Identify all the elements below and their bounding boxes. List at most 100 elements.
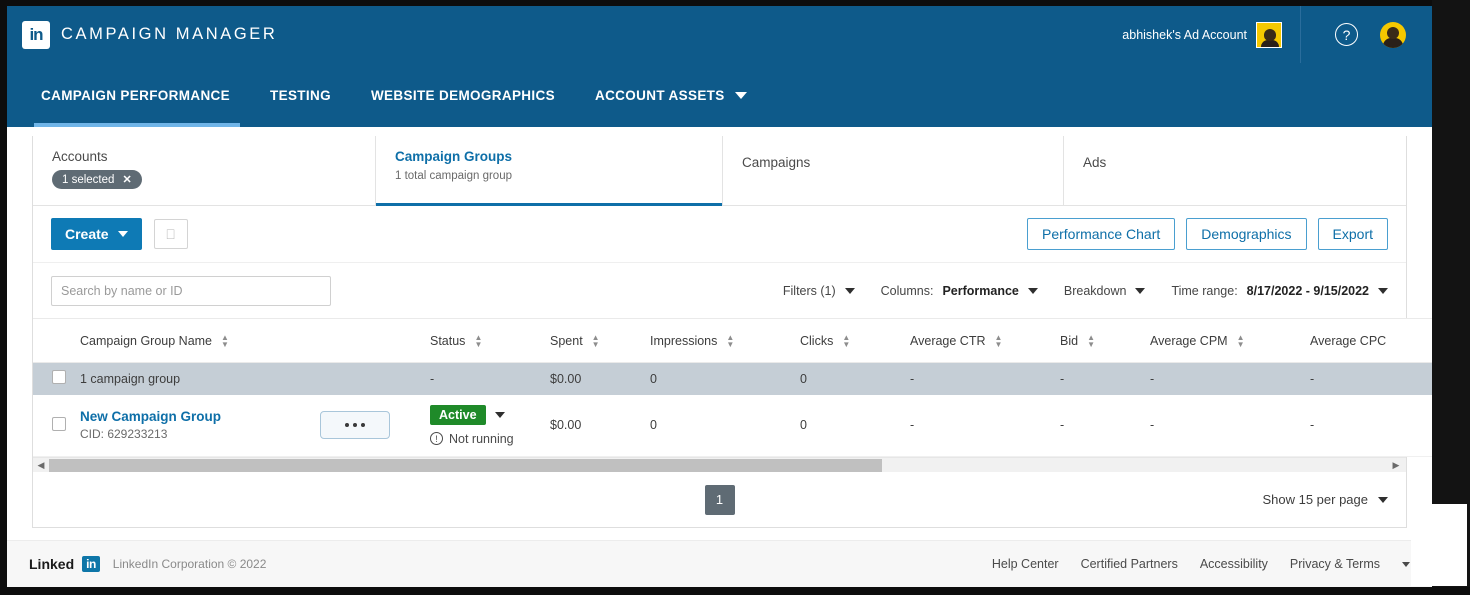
th-label: Clicks bbox=[800, 333, 834, 348]
th-clicks[interactable]: Clicks ▲ ▼ bbox=[800, 318, 910, 363]
content-area: Accounts 1 selected ✕ Campaign Groups 1 … bbox=[7, 136, 1432, 528]
ad-account-switcher[interactable]: abhishek's Ad Account bbox=[1122, 6, 1301, 63]
summary-avg-cpm-cell: - bbox=[1150, 362, 1310, 395]
tab-campaign-groups-label: Campaign Groups bbox=[395, 149, 513, 164]
per-page-dropdown[interactable]: Show 15 per page bbox=[1262, 492, 1388, 507]
row-spent-cell: $0.00 bbox=[550, 394, 650, 457]
sort-icon[interactable]: ▲ ▼ bbox=[1087, 333, 1095, 348]
scroll-left-arrow-icon[interactable]: ◀ bbox=[33, 460, 49, 471]
create-button-label: Create bbox=[65, 226, 109, 242]
horizontal-scrollbar[interactable]: ◀ ▶ bbox=[33, 457, 1406, 472]
summary-checkbox-cell bbox=[33, 362, 80, 395]
nav-item-website-demographics[interactable]: WEBSITE DEMOGRAPHICS bbox=[351, 63, 575, 127]
chevron-down-icon[interactable] bbox=[494, 411, 505, 418]
nav-label: CAMPAIGN PERFORMANCE bbox=[41, 87, 230, 103]
th-select-all bbox=[33, 318, 80, 363]
app-header: in CAMPAIGN MANAGER abhishek's Ad Accoun… bbox=[7, 6, 1432, 63]
chevron-down-icon bbox=[1027, 287, 1038, 294]
create-button[interactable]: Create bbox=[51, 218, 142, 250]
sort-icon[interactable]: ▲ ▼ bbox=[474, 333, 482, 348]
export-button[interactable]: Export bbox=[1317, 218, 1388, 250]
sort-icon[interactable]: ▲ ▼ bbox=[995, 333, 1003, 348]
sort-icon[interactable]: ▲ ▼ bbox=[1237, 333, 1245, 348]
time-range-dropdown[interactable]: Time range: 8/17/2022 - 9/15/2022 bbox=[1171, 284, 1388, 298]
scrollbar-thumb[interactable] bbox=[49, 458, 882, 472]
columns-dropdown[interactable]: Columns: Performance bbox=[881, 284, 1038, 298]
th-spent[interactable]: Spent ▲ ▼ bbox=[550, 318, 650, 363]
th-bid[interactable]: Bid ▲ ▼ bbox=[1060, 318, 1150, 363]
sort-icon[interactable]: ▲ ▼ bbox=[726, 333, 734, 348]
search-input[interactable] bbox=[51, 275, 331, 306]
campaign-group-link[interactable]: New Campaign Group bbox=[80, 409, 320, 424]
status-badge: Active bbox=[430, 404, 486, 425]
sort-icon[interactable]: ▲ ▼ bbox=[592, 333, 600, 348]
ellipsis-icon bbox=[353, 423, 357, 428]
select-all-checkbox[interactable] bbox=[52, 370, 66, 385]
close-icon[interactable]: ✕ bbox=[122, 173, 131, 186]
brand-logo-group[interactable]: in CAMPAIGN MANAGER bbox=[7, 20, 277, 49]
row-checkbox[interactable] bbox=[52, 416, 66, 431]
tab-accounts[interactable]: Accounts 1 selected ✕ bbox=[33, 136, 376, 205]
performance-chart-button[interactable]: Performance Chart bbox=[1026, 218, 1176, 250]
breakdown-dropdown[interactable]: Breakdown bbox=[1064, 284, 1146, 298]
tab-campaigns[interactable]: Campaigns bbox=[723, 136, 1064, 205]
filters-dropdown[interactable]: Filters (1) bbox=[783, 284, 855, 298]
chevron-down-icon bbox=[1378, 496, 1388, 503]
per-page-label: Show 15 per page bbox=[1262, 492, 1368, 507]
row-actions-menu-button[interactable] bbox=[320, 411, 390, 440]
th-average-cpc[interactable]: Average CPC bbox=[1310, 318, 1432, 363]
tab-ads[interactable]: Ads bbox=[1064, 136, 1399, 205]
footer-linked-text: Linked bbox=[29, 556, 75, 572]
profile-menu-button[interactable] bbox=[1380, 21, 1432, 48]
summary-avg-cpc-cell: - bbox=[1310, 362, 1432, 395]
tab-campaigns-label: Campaigns bbox=[742, 155, 811, 170]
footer-link-privacy-terms[interactable]: Privacy & Terms bbox=[1290, 557, 1380, 571]
footer-link-accessibility[interactable]: Accessibility bbox=[1200, 557, 1268, 571]
row-avg-ctr-cell: - bbox=[910, 394, 1060, 457]
help-button[interactable]: ? bbox=[1301, 23, 1380, 46]
th-status[interactable]: Status ▲ ▼ bbox=[430, 318, 550, 363]
nav-item-campaign-performance[interactable]: CAMPAIGN PERFORMANCE bbox=[24, 63, 250, 127]
letterbox-bottom bbox=[0, 587, 1470, 595]
nav-item-testing[interactable]: TESTING bbox=[250, 63, 351, 127]
scrollbar-track[interactable] bbox=[49, 458, 1406, 473]
pagination-bar: 1 Show 15 per page bbox=[33, 472, 1406, 527]
sort-icon[interactable]: ▲ ▼ bbox=[221, 333, 229, 348]
screen-overlay-block bbox=[1411, 504, 1467, 586]
nav-item-account-assets[interactable]: ACCOUNT ASSETS bbox=[575, 63, 767, 127]
th-average-ctr[interactable]: Average CTR ▲ ▼ bbox=[910, 318, 1060, 363]
delete-button[interactable]: ⎕ bbox=[153, 219, 188, 249]
sort-icon[interactable]: ▲ ▼ bbox=[842, 333, 850, 348]
breakdown-label: Breakdown bbox=[1063, 283, 1127, 298]
letterbox-left bbox=[0, 0, 7, 595]
tab-campaign-groups[interactable]: Campaign Groups 1 total campaign group bbox=[376, 136, 723, 206]
letterbox-top bbox=[0, 0, 1470, 6]
trash-icon: ⎕ bbox=[166, 226, 175, 242]
chevron-down-icon[interactable] bbox=[1402, 561, 1410, 567]
chevron-down-icon bbox=[1135, 287, 1146, 294]
page-footer: Linked in LinkedIn Corporation © 2022 He… bbox=[7, 540, 1432, 587]
footer-link-certified-partners[interactable]: Certified Partners bbox=[1081, 557, 1178, 571]
nav-label: WEBSITE DEMOGRAPHICS bbox=[370, 87, 555, 103]
campaign-group-cid: CID: 629233213 bbox=[80, 427, 168, 442]
th-campaign-group-name[interactable]: Campaign Group Name ▲ ▼ bbox=[80, 318, 320, 363]
ad-account-name: abhishek's Ad Account bbox=[1122, 27, 1247, 42]
th-label: Average CPC bbox=[1310, 333, 1387, 348]
table-header: Campaign Group Name ▲ ▼ Status ▲ ▼ Spent… bbox=[33, 318, 1432, 363]
main-card: Accounts 1 selected ✕ Campaign Groups 1 … bbox=[32, 136, 1432, 528]
footer-brand: Linked in LinkedIn Corporation © 2022 bbox=[29, 556, 266, 572]
footer-link-help-center[interactable]: Help Center bbox=[992, 557, 1059, 571]
table-body: 1 campaign group - $0.00 0 0 - - - - New… bbox=[33, 362, 1432, 457]
demographics-button[interactable]: Demographics bbox=[1186, 218, 1307, 250]
scroll-right-arrow-icon[interactable]: ▶ bbox=[1388, 460, 1404, 471]
row-impressions-cell: 0 bbox=[650, 394, 800, 457]
row-name-cell: New Campaign Group CID: 629233213 bbox=[80, 394, 320, 457]
th-impressions[interactable]: Impressions ▲ ▼ bbox=[650, 318, 800, 363]
page-button-1[interactable]: 1 bbox=[704, 484, 735, 515]
ellipsis-icon bbox=[361, 423, 365, 428]
accounts-selected-chip[interactable]: 1 selected ✕ bbox=[52, 170, 142, 189]
summary-spent-cell: $0.00 bbox=[550, 362, 650, 395]
table-header-row: Campaign Group Name ▲ ▼ Status ▲ ▼ Spent… bbox=[33, 318, 1432, 363]
columns-value: Performance bbox=[942, 283, 1019, 298]
th-average-cpm[interactable]: Average CPM ▲ ▼ bbox=[1150, 318, 1310, 363]
